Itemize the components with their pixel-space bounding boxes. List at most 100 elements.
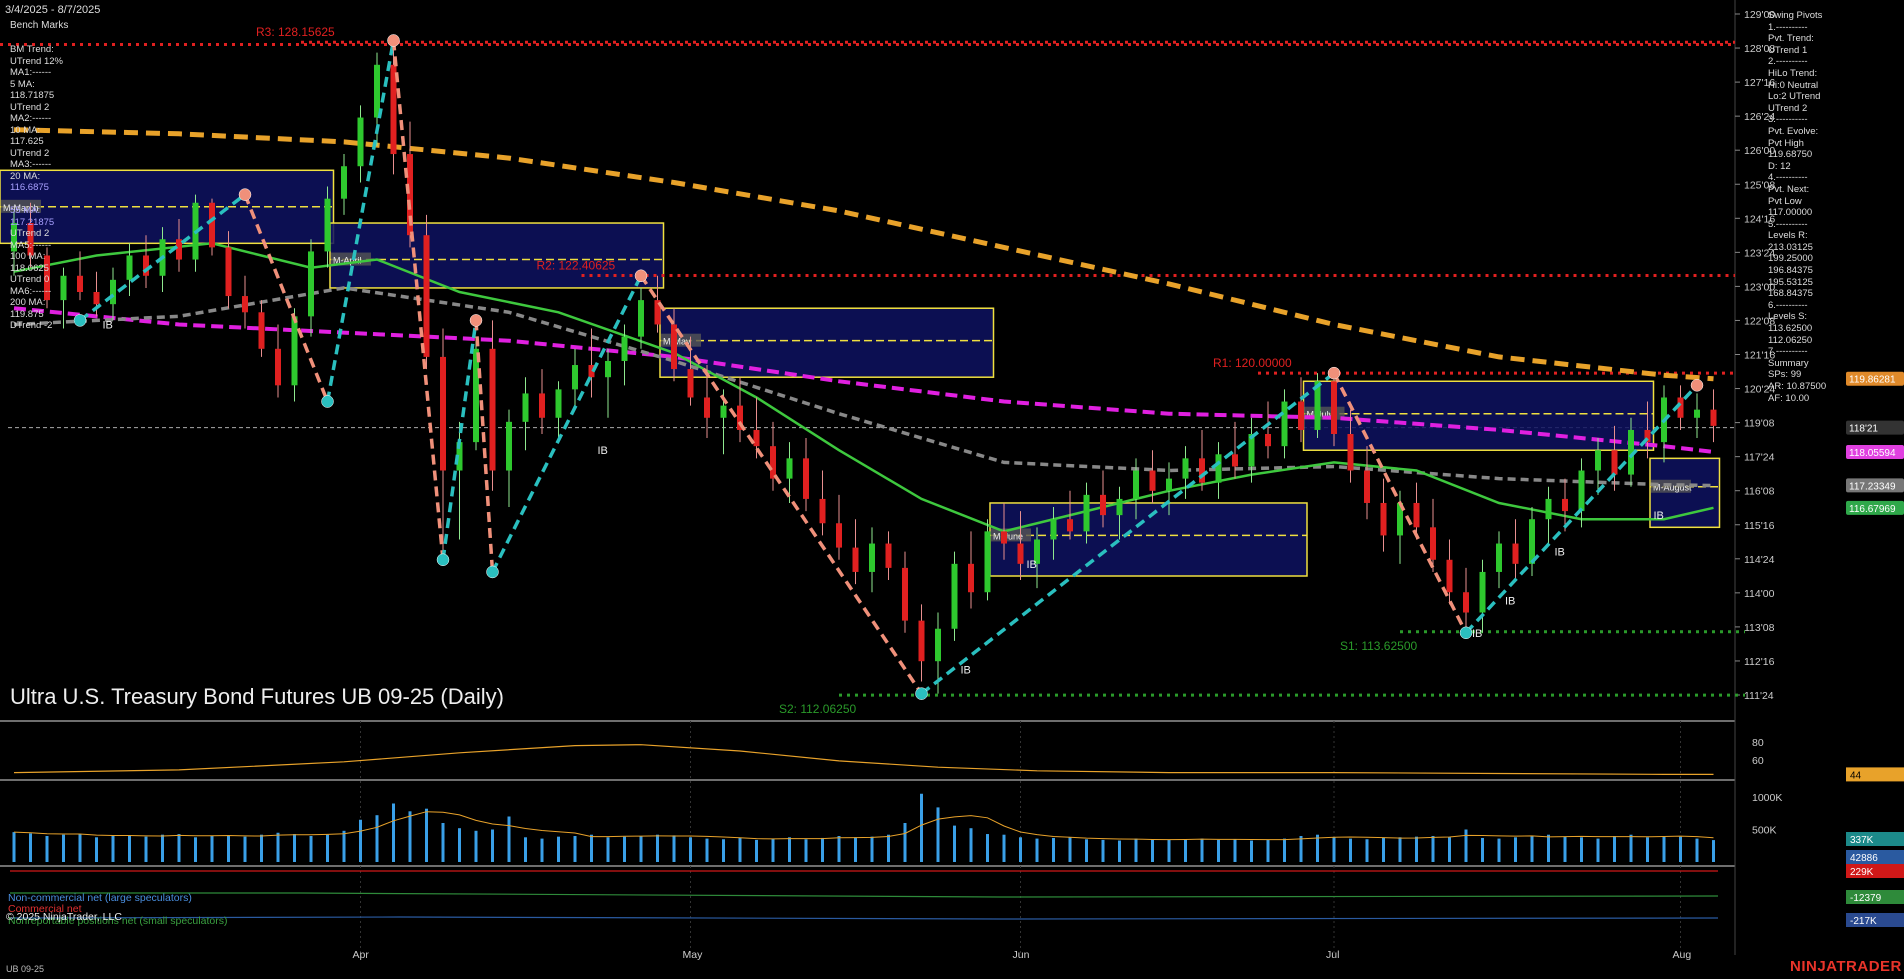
volume-tick-label: 500K	[1752, 825, 1777, 837]
left_panel-line: 200 MA:	[10, 297, 46, 308]
swing-point	[1459, 626, 1473, 640]
candle-body	[209, 202, 215, 248]
right_panel-line: 3.----------	[1768, 114, 1808, 126]
right_panel-line: Swing Pivots	[1768, 10, 1823, 21]
right_panel-line: HiLo Trend:	[1768, 67, 1818, 79]
right_panel-line: Pvt High	[1768, 137, 1804, 149]
swing-point	[469, 314, 483, 327]
volume-bar	[326, 834, 329, 862]
cot-tag-label: -12379	[1850, 893, 1882, 904]
right_panel-line: 2.----------	[1768, 56, 1808, 68]
volume-bar	[573, 836, 577, 862]
y-tick-label: 111'24	[1744, 690, 1774, 702]
volume-bar	[1464, 829, 1468, 862]
volume-bar	[639, 836, 643, 862]
candle-body	[786, 458, 793, 479]
volume-bar	[1382, 837, 1385, 862]
candle-body	[1512, 543, 1519, 564]
candle-body	[918, 620, 925, 662]
candle-body	[1463, 592, 1469, 613]
candle-body	[1232, 454, 1238, 467]
candle-body	[1479, 571, 1486, 613]
candle-body	[1133, 470, 1139, 499]
x-tick-label: Jun	[1013, 949, 1030, 961]
volume-bar	[1002, 834, 1006, 862]
volume-bar	[738, 837, 742, 862]
candle-body	[1380, 502, 1387, 536]
candle-body	[506, 421, 512, 471]
right_panel-line: 119.68750	[1768, 149, 1813, 161]
candle-body	[1430, 527, 1436, 560]
volume-bar	[920, 793, 923, 862]
volume-bar	[771, 838, 775, 862]
candle-body	[258, 312, 265, 349]
candle-body	[357, 117, 364, 167]
swing-line	[325, 40, 396, 402]
osc-tick-label: 80	[1752, 737, 1764, 749]
candle-body	[951, 563, 958, 629]
monthly-box	[659, 307, 995, 378]
volume-bar	[1481, 837, 1484, 862]
volume-bar	[821, 837, 824, 862]
left_panel-line: 118.71875	[10, 90, 55, 101]
volume-bar	[95, 837, 98, 862]
price-chart[interactable]: 129'00128'08127'16126'24126'00125'08124'…	[0, 0, 1904, 979]
left_panel-line: UTrend 2	[10, 147, 50, 159]
candle-body	[687, 369, 694, 398]
candle-body	[1710, 409, 1717, 426]
volume-bar	[623, 836, 626, 862]
candle-body	[1281, 401, 1288, 447]
benchmarks-title: Bench Marks	[10, 20, 69, 31]
volume-bar	[1662, 836, 1666, 862]
volume-tag-label: 42886	[1850, 853, 1878, 864]
candle-body	[324, 198, 331, 252]
volume-bar	[375, 815, 379, 862]
volume-bar	[1217, 839, 1220, 862]
volume-bar	[969, 828, 973, 862]
candle-body	[1545, 498, 1552, 520]
x-tick-label: Apr	[353, 949, 370, 961]
chart-title: Ultra U.S. Treasury Bond Futures UB 09-2…	[10, 684, 504, 709]
candle-body	[440, 356, 446, 471]
pivot-level-label: S2: 112.06250	[779, 702, 857, 716]
volume-bar	[606, 837, 610, 862]
volume-bar	[1184, 839, 1187, 862]
right_panel-line: 117.00000	[1768, 207, 1813, 219]
volume-bar	[425, 808, 428, 862]
left_panel-line: UTrend 12%	[10, 55, 63, 67]
candle-body	[885, 543, 892, 568]
right_panel-line: 112.06250	[1768, 334, 1813, 346]
volume-bar	[788, 837, 791, 862]
swing-point	[634, 269, 648, 283]
left_panel-line: DTrend -2	[10, 320, 53, 331]
volume-bar	[672, 835, 676, 862]
volume-bar	[1712, 840, 1715, 862]
ib-label: IB	[1654, 510, 1664, 522]
right_panel-line: 113.62500	[1768, 323, 1813, 335]
right_panel-line: Pvt. Evolve:	[1768, 125, 1819, 137]
right_panel-line: Pvt. Trend:	[1768, 33, 1814, 45]
right_panel-line: 196.84375	[1768, 265, 1813, 277]
right_panel-line: Levels R:	[1768, 230, 1808, 242]
candle-body	[720, 405, 727, 418]
pivot-level-label: R1: 120.00000	[1213, 356, 1292, 370]
left_panel-line: BM Trend:	[10, 44, 54, 55]
candle-body	[621, 336, 628, 361]
y-tick-label: 112'16	[1744, 656, 1775, 668]
volume-bar	[557, 836, 560, 862]
volume-bar	[392, 803, 395, 862]
volume-bar	[62, 834, 65, 862]
right_panel-line: Summary	[1768, 357, 1809, 369]
volume-bar	[1497, 838, 1501, 862]
candle-body	[935, 628, 941, 662]
volume-bar	[276, 832, 280, 862]
right_panel-line: 5.----------	[1768, 218, 1808, 230]
nonreportable-net-line	[10, 892, 1719, 898]
candle-body	[176, 239, 182, 260]
candle-body	[1364, 470, 1370, 503]
noncommercial-net-line	[9, 916, 1719, 920]
volume-bar	[755, 839, 758, 862]
swing-point	[238, 188, 252, 201]
left_panel-line: MA2:------	[10, 113, 52, 124]
benchmarks-panel: BM Trend: UTrend 12% MA1:------ 5 MA: 118.71…	[10, 44, 63, 332]
